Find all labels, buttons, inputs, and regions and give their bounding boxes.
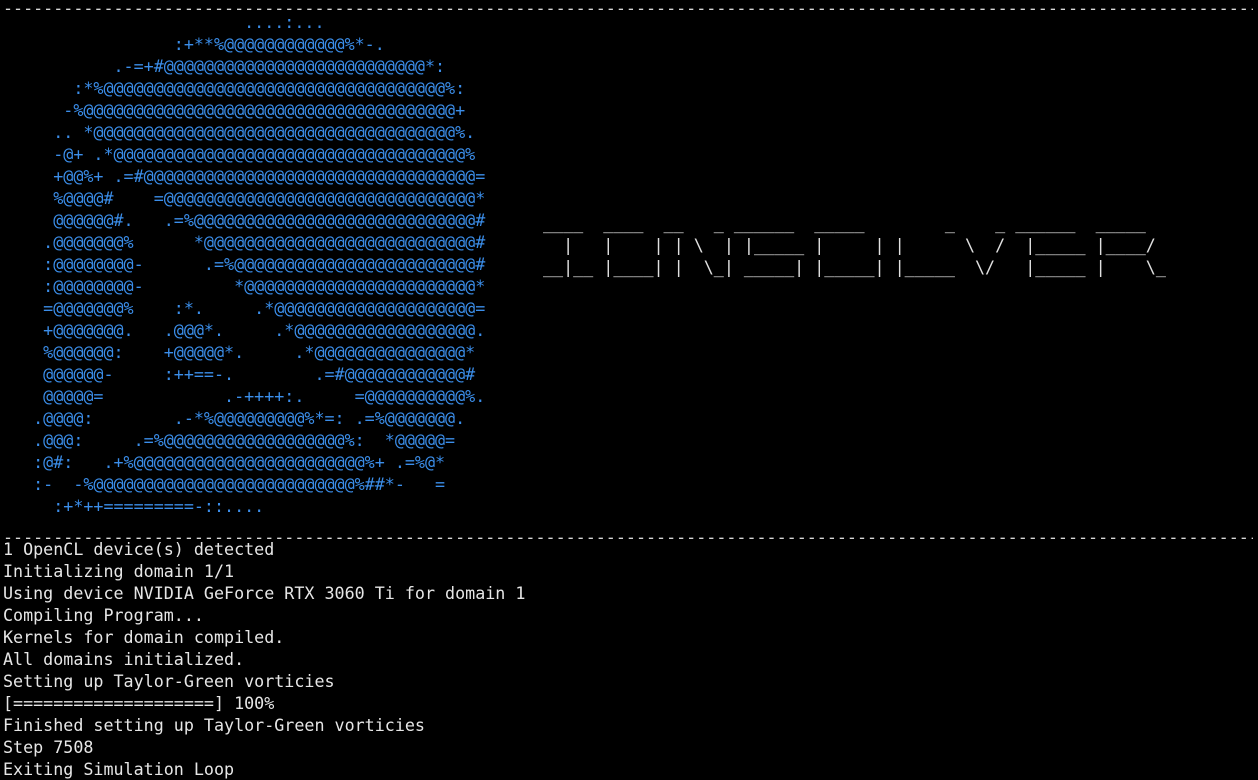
output-line: Finished setting up Taylor-Green vortici… [3,715,425,735]
logo-line: @@@@@= .-++++:. =@@@@@@@@@@%. [3,386,486,406]
step-counter-line: Step 7508 [3,737,94,757]
logo-line: ....:... [3,12,325,32]
logo-line: .@@@@: .-*%@@@@@@@@@%*=: .=%@@@@@@@. [3,408,466,428]
logo-line: =@@@@@@@% :*. .*@@@@@@@@@@@@@@@@@@@@= [3,298,486,318]
output-line: Setting up Taylor-Green vorticies [3,671,335,691]
logo-line: +@@@@@@@. .@@@*. .*@@@@@@@@@@@@@@@@@@. [3,320,486,340]
logo-line: @@@@@@#. .=%@@@@@@@@@@@@@@@@@@@@@@@@@@@@… [3,210,486,230]
output-line: Exiting Simulation Loop [3,759,235,779]
logo-line: .-=+#@@@@@@@@@@@@@@@@@@@@@@@@@@*: [3,56,446,76]
progress-bar-line: [====================] 100% [3,693,275,713]
logo-line: .. *@@@@@@@@@@@@@@@@@@@@@@@@@@@@@@@@@@@@… [3,122,476,142]
output-line: Initializing domain 1/1 [3,561,235,581]
logo-line: +@@%+ .=#@@@@@@@@@@@@@@@@@@@@@@@@@@@@@@@… [3,166,486,186]
logo-line: .@@@: .=%@@@@@@@@@@@@@@@@@@%: *@@@@@= [3,430,456,450]
logo-line: %@@@@@@: +@@@@@*. .*@@@@@@@@@@@@@@@* [3,342,476,362]
logo-line: :+**%@@@@@@@@@@@@%*-. [3,34,385,54]
output-line: All domains initialized. [3,649,245,669]
logo-line: -%@@@@@@@@@@@@@@@@@@@@@@@@@@@@@@@@@@@@@+ [3,100,466,120]
banner-line: ____ ____ __ _ ______ _____ _ _ ______ _… [543,213,1146,233]
logo-line: :- -%@@@@@@@@@@@@@@@@@@@@@@@@@@%##*- = [3,474,446,494]
logo-line: :@#: .+%@@@@@@@@@@@@@@@@@@@@@@@%+ .=%@* [3,452,446,472]
output-line: 1 OpenCL device(s) detected [3,539,275,559]
logo-line: -@+ .*@@@@@@@@@@@@@@@@@@@@@@@@@@@@@@@@@@… [3,144,476,164]
logo-line: .@@@@@@@% *@@@@@@@@@@@@@@@@@@@@@@@@@@@# [3,232,486,252]
logo-line: :+*++=========-::.... [3,496,265,516]
logo-line: :*%@@@@@@@@@@@@@@@@@@@@@@@@@@@@@@@@@@%: [3,78,466,98]
banner-line: | | | | \ | |_____ | | | \ / |_____ |___… [543,235,1156,255]
logo-line: %@@@@# =@@@@@@@@@@@@@@@@@@@@@@@@@@@@@@@* [3,188,486,208]
banner-line: __|__ |____| | \_| _____| |_____| |_____… [543,257,1166,277]
terminal-window[interactable]: ----------------------------------------… [0,0,1258,780]
output-line: Kernels for domain compiled. [3,627,285,647]
logo-line: :@@@@@@@@- .=%@@@@@@@@@@@@@@@@@@@@@@@@# [3,254,486,274]
ascii-title-banner: ____ ____ __ _ ______ _____ _ _ ______ _… [543,212,1166,278]
ascii-logo: ....:... :+**%@@@@@@@@@@@@%*-. .-=+#@@@@… [3,11,485,517]
logo-line: :@@@@@@@@- *@@@@@@@@@@@@@@@@@@@@@@@* [3,276,486,296]
output-line: Compiling Program... [3,605,204,625]
console-output: 1 OpenCL device(s) detected Initializing … [3,538,525,780]
output-line: Using device NVIDIA GeForce RTX 3060 Ti … [3,583,526,603]
logo-line: @@@@@@- :++==-. .=#@@@@@@@@@@@@# [3,364,476,384]
